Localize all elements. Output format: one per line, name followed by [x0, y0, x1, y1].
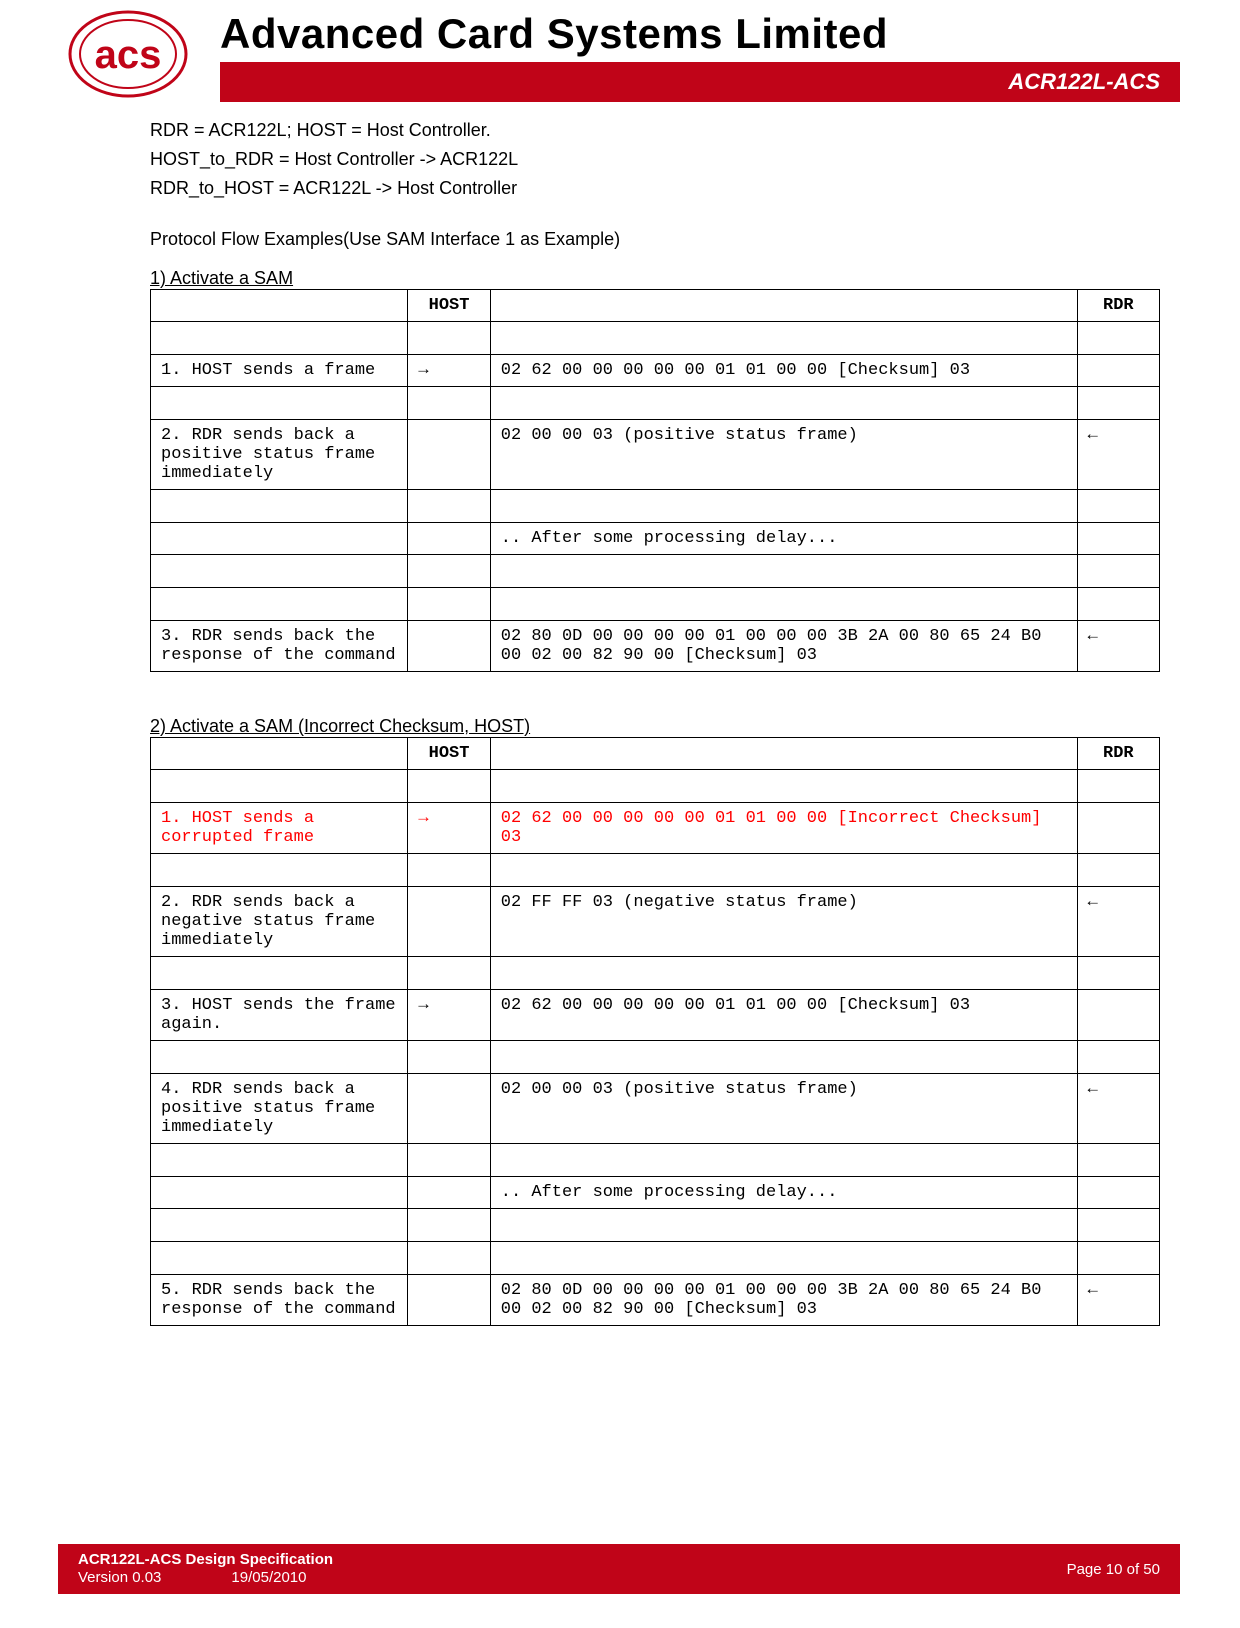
- example2-table: HOST RDR 1. HOST sends a corrupted frame…: [150, 737, 1160, 1326]
- ex1-step2b-data: .. After some processing delay...: [490, 523, 1077, 555]
- ex1-step1-rdr: [1077, 355, 1159, 387]
- col-rdr: RDR: [1077, 738, 1159, 770]
- col-rdr: RDR: [1077, 290, 1159, 322]
- company-name: Advanced Card Systems Limited: [220, 10, 888, 58]
- svg-text:acs: acs: [95, 33, 162, 77]
- col-blank: [151, 290, 408, 322]
- example2-title: 2) Activate a SAM (Incorrect Checksum, H…: [150, 716, 1160, 737]
- arrow-right-icon: →: [408, 990, 490, 1041]
- col-blank: [151, 738, 408, 770]
- ex2-step2-data: 02 FF FF 03 (negative status frame): [490, 887, 1077, 957]
- col-host: HOST: [408, 290, 490, 322]
- def-line-1: RDR = ACR122L; HOST = Host Controller.: [150, 120, 1160, 141]
- ex1-step1-desc: 1. HOST sends a frame: [151, 355, 408, 387]
- example1-title: 1) Activate a SAM: [150, 268, 1160, 289]
- col-data: [490, 738, 1077, 770]
- col-data: [490, 290, 1077, 322]
- col-host: HOST: [408, 738, 490, 770]
- ex1-step2-desc: 2. RDR sends back a positive status fram…: [151, 420, 408, 490]
- header: acs Advanced Card Systems Limited ACR122…: [0, 0, 1240, 110]
- product-code: ACR122L-ACS: [1008, 69, 1160, 95]
- section-heading: Protocol Flow Examples(Use SAM Interface…: [150, 229, 1160, 250]
- arrow-left-icon: ←: [1077, 1074, 1159, 1144]
- product-band: ACR122L-ACS: [220, 62, 1180, 102]
- footer-version: Version 0.03: [78, 1569, 161, 1587]
- footer-spec: ACR122L-ACS Design Specification: [78, 1551, 333, 1569]
- arrow-right-icon: →: [408, 355, 490, 387]
- def-line-2: HOST_to_RDR = Host Controller -> ACR122L: [150, 149, 1160, 170]
- ex2-step1-desc: 1. HOST sends a corrupted frame: [151, 803, 408, 854]
- footer-date: 19/05/2010: [231, 1569, 306, 1587]
- ex2-step5-desc: 5. RDR sends back the response of the co…: [151, 1275, 408, 1326]
- footer-page: Page 10 of 50: [1067, 1561, 1160, 1578]
- definitions: RDR = ACR122L; HOST = Host Controller. H…: [150, 120, 1160, 199]
- arrow-left-icon: ←: [1077, 621, 1159, 672]
- ex2-step5-data: 02 80 0D 00 00 00 00 01 00 00 00 3B 2A 0…: [490, 1275, 1077, 1326]
- logo: acs: [58, 6, 198, 106]
- ex1-step2-data: 02 00 00 03 (positive status frame): [490, 420, 1077, 490]
- ex2-step4-data: 02 00 00 03 (positive status frame): [490, 1074, 1077, 1144]
- ex2-step4b-data: .. After some processing delay...: [490, 1177, 1077, 1209]
- ex1-step3-desc: 3. RDR sends back the response of the co…: [151, 621, 408, 672]
- ex1-step3-data: 02 80 0D 00 00 00 00 01 00 00 00 3B 2A 0…: [490, 621, 1077, 672]
- ex2-step4-desc: 4. RDR sends back a positive status fram…: [151, 1074, 408, 1144]
- ex2-step2-desc: 2. RDR sends back a negative status fram…: [151, 887, 408, 957]
- content: RDR = ACR122L; HOST = Host Controller. H…: [150, 120, 1160, 1326]
- ex2-step1-data: 02 62 00 00 00 00 00 01 01 00 00 [Incorr…: [490, 803, 1077, 854]
- arrow-right-icon: →: [408, 803, 490, 854]
- arrow-left-icon: ←: [1077, 887, 1159, 957]
- def-line-3: RDR_to_HOST = ACR122L -> Host Controller: [150, 178, 1160, 199]
- ex2-step3-desc: 3. HOST sends the frame again.: [151, 990, 408, 1041]
- ex2-step3-data: 02 62 00 00 00 00 00 01 01 00 00 [Checks…: [490, 990, 1077, 1041]
- arrow-left-icon: ←: [1077, 420, 1159, 490]
- example1-table: HOST RDR 1. HOST sends a frame → 02 62 0…: [150, 289, 1160, 672]
- arrow-left-icon: ←: [1077, 1275, 1159, 1326]
- ex1-step1-data: 02 62 00 00 00 00 00 01 01 00 00 [Checks…: [490, 355, 1077, 387]
- footer: ACR122L-ACS Design Specification Version…: [58, 1544, 1180, 1594]
- page: acs Advanced Card Systems Limited ACR122…: [0, 0, 1240, 1628]
